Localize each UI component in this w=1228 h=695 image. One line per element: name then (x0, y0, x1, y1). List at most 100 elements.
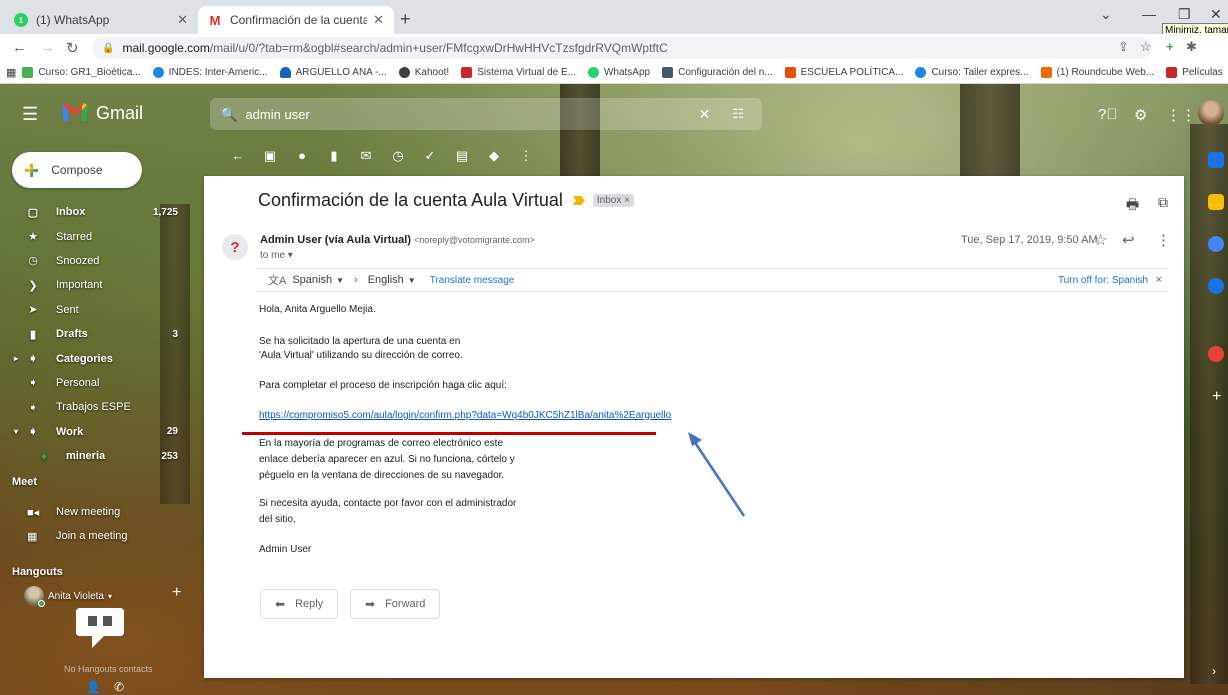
sidebar-item-starred[interactable]: ★ Starred (0, 224, 200, 248)
close-tab-icon[interactable]: ✕ (373, 12, 384, 28)
minimize-icon[interactable]: — (1142, 6, 1156, 22)
search-input[interactable]: admin user (245, 107, 698, 122)
close-window-icon[interactable]: ✕ (1210, 6, 1222, 23)
sidebar-item-snoozed[interactable]: ◷ Snoozed (0, 249, 200, 273)
search-bar[interactable]: 🔍 admin user ✕ ☷ (210, 98, 762, 130)
expand-side-panel-icon[interactable]: › (1212, 664, 1216, 678)
sidebar-item-inbox[interactable]: ▢ Inbox 1,725 (0, 200, 200, 224)
help-icon[interactable]: ?⃝ (1098, 106, 1118, 123)
close-tab-icon[interactable]: ✕ (177, 12, 188, 28)
snooze-icon[interactable]: ◷ (382, 148, 414, 164)
clear-search-icon[interactable]: ✕ (699, 106, 711, 123)
bookmark-item[interactable]: ARGUELLO ANA -... (279, 67, 387, 78)
confirmation-link[interactable]: https://compromiso5.com/aula/login/confi… (259, 410, 671, 421)
archive-icon[interactable]: ▣ (254, 148, 286, 164)
add-task-icon[interactable]: ✓ (414, 148, 446, 164)
collapse-arrow-icon[interactable]: ▾ (14, 427, 18, 436)
address-bar[interactable]: 🔒 mail.google.com/mail/u/0/?tab=rm&ogbl#… (92, 37, 1152, 59)
bookmark-item[interactable]: Curso: GR1_Bioética... (22, 67, 141, 78)
compose-button[interactable]: + Compose (12, 152, 142, 188)
open-new-window-icon[interactable]: ⧉ (1158, 194, 1168, 211)
sidebar-item-mineria[interactable]: ➧ mineria 253 (0, 444, 200, 468)
sidebar-item-sent[interactable]: ➤ Sent (0, 298, 200, 322)
apps-icon[interactable]: ▦ (6, 66, 16, 79)
calendar-icon[interactable] (1208, 152, 1224, 168)
sidebar-item-work[interactable]: ▾ ➧ Work 29 (0, 420, 200, 444)
get-addons-plus-icon[interactable]: + (1212, 388, 1221, 406)
sidebar-item-trabajos-espe[interactable]: ➧ Trabajos ESPE (0, 395, 200, 419)
tab-whatsapp[interactable]: 1 (1) WhatsApp ✕ (4, 6, 198, 34)
sender-email: <noreply@votomigrante.com> (414, 235, 535, 245)
bookmark-item[interactable]: Sistema Virtual de E... (461, 67, 576, 78)
bookmark-item[interactable]: (1) Roundcube Web... (1040, 67, 1154, 78)
extension-plus-icon[interactable]: + (1166, 39, 1174, 54)
search-icon[interactable]: 🔍 (220, 106, 237, 123)
person-icon[interactable]: 👤 (86, 680, 101, 694)
sidebar-item-drafts[interactable]: ▮ Drafts 3 (0, 322, 200, 346)
keep-icon[interactable] (1208, 194, 1224, 210)
reload-icon[interactable]: ↻ (66, 39, 79, 57)
restore-icon[interactable]: ❐ (1178, 6, 1191, 23)
inbox-label-chip[interactable]: Inbox × (592, 194, 634, 207)
addon-icon[interactable] (1208, 346, 1224, 362)
print-icon[interactable]: 🖶 (1126, 194, 1139, 218)
expand-arrow-icon[interactable]: ▸ (14, 354, 18, 363)
bookmark-item[interactable]: WhatsApp (587, 67, 650, 78)
mark-unread-icon[interactable]: ✉ (350, 148, 382, 164)
search-options-icon[interactable]: ☷ (732, 106, 744, 122)
forward-button[interactable]: ➡ Forward (350, 589, 441, 619)
bookmark-item[interactable]: Kahoot! (398, 67, 449, 78)
lock-icon: 🔒 (102, 42, 115, 54)
underline-annotation (242, 432, 656, 435)
source-language-select[interactable]: Spanish ▼ (292, 274, 344, 286)
bookmark-star-icon[interactable]: ☆ (1140, 39, 1152, 55)
account-avatar[interactable] (1198, 100, 1224, 126)
phone-icon[interactable]: ✆ (114, 680, 124, 694)
hangouts-user[interactable]: Anita Violeta ▾ (24, 586, 112, 607)
share-icon[interactable]: ⇪ (1118, 39, 1129, 55)
new-tab-icon[interactable]: + (400, 9, 411, 30)
more-vertical-icon[interactable]: ⋮ (1156, 231, 1171, 249)
back-to-search-icon[interactable]: ← (222, 148, 254, 164)
tasks-icon[interactable] (1208, 236, 1224, 252)
bookmark-item[interactable]: Configuración del n... (662, 67, 773, 78)
sidebar-item-important[interactable]: ❯ Important (0, 273, 200, 297)
chevron-down-icon[interactable]: ⌄ (1100, 6, 1112, 23)
join-meeting-button[interactable]: ▦ Join a meeting (0, 524, 200, 548)
reply-button[interactable]: ⬅ Reply (260, 589, 339, 619)
important-marker-icon[interactable] (572, 196, 585, 205)
sidebar-item-personal[interactable]: ➧ Personal (0, 371, 200, 395)
forward-icon[interactable]: → (40, 39, 55, 56)
bookmark-item[interactable]: INDES: Inter-Americ... (152, 67, 268, 78)
recipient-details[interactable]: to me ▾ (260, 250, 293, 261)
main-menu-icon[interactable]: ☰ (22, 104, 38, 125)
new-meeting-button[interactable]: ■◂ New meeting (0, 500, 200, 524)
turn-off-translation-link[interactable]: Turn off for: Spanish (1058, 275, 1148, 286)
chevron-down-icon: ▼ (407, 276, 416, 285)
bookmark-item[interactable]: Curso: Taller expres... (915, 67, 1029, 78)
trash-icon[interactable]: ▮ (318, 148, 350, 164)
sidebar-item-categories[interactable]: ▸ ➧ Categories (0, 346, 200, 370)
contacts-icon[interactable] (1208, 278, 1224, 294)
translate-message-link[interactable]: Translate message (430, 275, 515, 286)
extensions-icon[interactable]: ✱ (1186, 39, 1197, 55)
bookmark-favicon-icon (461, 67, 473, 78)
gmail-icon: M (209, 12, 221, 28)
back-icon[interactable]: ← (12, 39, 27, 56)
tab-gmail[interactable]: M Confirmación de la cuenta Aula \ ✕ (198, 6, 394, 34)
report-spam-icon[interactable]: ● (286, 148, 318, 164)
close-icon[interactable]: × (1156, 274, 1162, 286)
bookmark-item[interactable]: ESCUELA POLÍTICA... (784, 67, 903, 78)
reply-icon[interactable]: ↩ (1122, 231, 1135, 249)
apps-grid-icon[interactable]: ⋮⋮ (1166, 106, 1196, 124)
label-icon[interactable]: ◆ (478, 148, 510, 164)
star-icon[interactable]: ☆ (1094, 231, 1107, 249)
bookmark-item[interactable]: Películas (1166, 67, 1223, 78)
target-language-select[interactable]: English ▼ (368, 274, 416, 286)
chevron-down-icon[interactable]: ▾ (108, 592, 112, 601)
gear-icon[interactable]: ⚙ (1134, 106, 1147, 124)
translate-icon: 文A (268, 275, 287, 287)
move-to-icon[interactable]: ▤ (446, 148, 478, 164)
add-hangout-icon[interactable]: + (172, 584, 181, 602)
more-options-icon[interactable]: ⋮ (510, 148, 542, 164)
